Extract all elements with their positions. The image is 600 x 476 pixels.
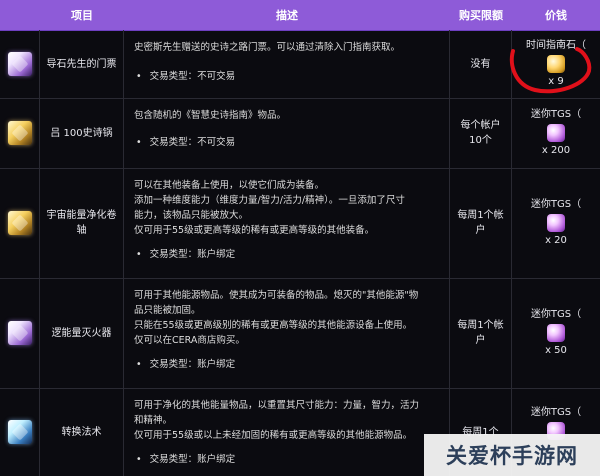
table-row: 吕 100史诗锅 包含随机的《智慧史诗指南》物品。 交易类型：不可交易 每个帐户… (0, 98, 600, 169)
mini-tgs-icon (547, 124, 565, 142)
price-quantity: x 200 (541, 145, 571, 156)
purchase-limit: 每周1个帐户 (450, 168, 512, 278)
trade-type: 交易类型：账户绑定 (134, 452, 439, 467)
time-guide-stone-icon (547, 55, 565, 73)
item-name: 逻能量灭火器 (40, 278, 124, 388)
price: 时间指南石（ x 9 (512, 30, 600, 98)
price-quantity: x 20 (545, 235, 567, 246)
trade-type: 交易类型：账户绑定 (134, 247, 439, 262)
header-price: 价钱 (545, 9, 567, 22)
price-quantity: x 9 (548, 76, 564, 87)
item-description: 史密斯先生赠送的史诗之路门票。可以通过清除入门指南获取。 交易类型：不可交易 (124, 30, 450, 98)
currency-name: 迷你TGS（ (530, 407, 582, 418)
item-description: 可用于其他能源物品。使其成为可装备的物品。熄灭的"其他能源"物 品只能被加固。 … (124, 278, 450, 388)
cosmic-scroll-icon (7, 211, 32, 235)
watermark: 关爱杯手游网 (424, 434, 600, 476)
mini-tgs-icon (547, 324, 565, 342)
book-icon (7, 121, 32, 145)
energy-extinguisher-icon (7, 321, 32, 345)
purchase-limit: 每个帐户10个 (450, 98, 512, 168)
purchase-limit: 没有 (450, 30, 512, 98)
mini-tgs-icon (547, 214, 565, 232)
currency-name: 迷你TGS（ (530, 109, 582, 120)
currency-name: 迷你TGS（ (530, 199, 582, 210)
item-name: 导石先生的门票 (40, 30, 124, 98)
header-item: 项目 (71, 9, 93, 22)
item-name: 宇宙能量净化卷轴 (40, 168, 124, 278)
trade-type: 交易类型：不可交易 (134, 135, 439, 150)
header-description: 描述 (276, 9, 298, 22)
trade-type: 交易类型：账户绑定 (134, 357, 439, 372)
purchase-limit: 每周1个帐户 (450, 278, 512, 388)
currency-name: 时间指南石（ (526, 40, 586, 51)
table-row: 导石先生的门票 史密斯先生赠送的史诗之路门票。可以通过清除入门指南获取。 交易类… (0, 30, 600, 99)
table-row: 宇宙能量净化卷轴 可以在其他装备上使用，以使它们成为装备。 添加一种维度能力（维… (0, 168, 600, 279)
magic-scroll-icon (7, 52, 32, 76)
trade-type: 交易类型：不可交易 (134, 69, 439, 84)
price: 迷你TGS（ x 200 (512, 98, 600, 168)
item-description: 可用于净化的其他能量物品，以重置其尺寸能力：力量，智力，活力 和精神。 仅可用于… (124, 388, 450, 476)
price-quantity: x 50 (545, 345, 567, 356)
conversion-icon (7, 420, 32, 444)
item-name: 吕 100史诗锅 (40, 98, 124, 168)
currency-name: 迷你TGS（ (530, 309, 582, 320)
item-description: 可以在其他装备上使用，以使它们成为装备。 添加一种维度能力（维度力量/智力/活力… (124, 168, 450, 278)
price: 迷你TGS（ x 50 (512, 278, 600, 388)
header-purchase-limit: 购买限额 (459, 9, 503, 22)
table-row: 逻能量灭火器 可用于其他能源物品。使其成为可装备的物品。熄灭的"其他能源"物 品… (0, 278, 600, 389)
table-header: 项目 描述 购买限额 价钱 (0, 0, 600, 31)
item-description: 包含随机的《智慧史诗指南》物品。 交易类型：不可交易 (124, 98, 450, 168)
item-name: 转换法术 (40, 388, 124, 476)
price: 迷你TGS（ x 20 (512, 168, 600, 278)
